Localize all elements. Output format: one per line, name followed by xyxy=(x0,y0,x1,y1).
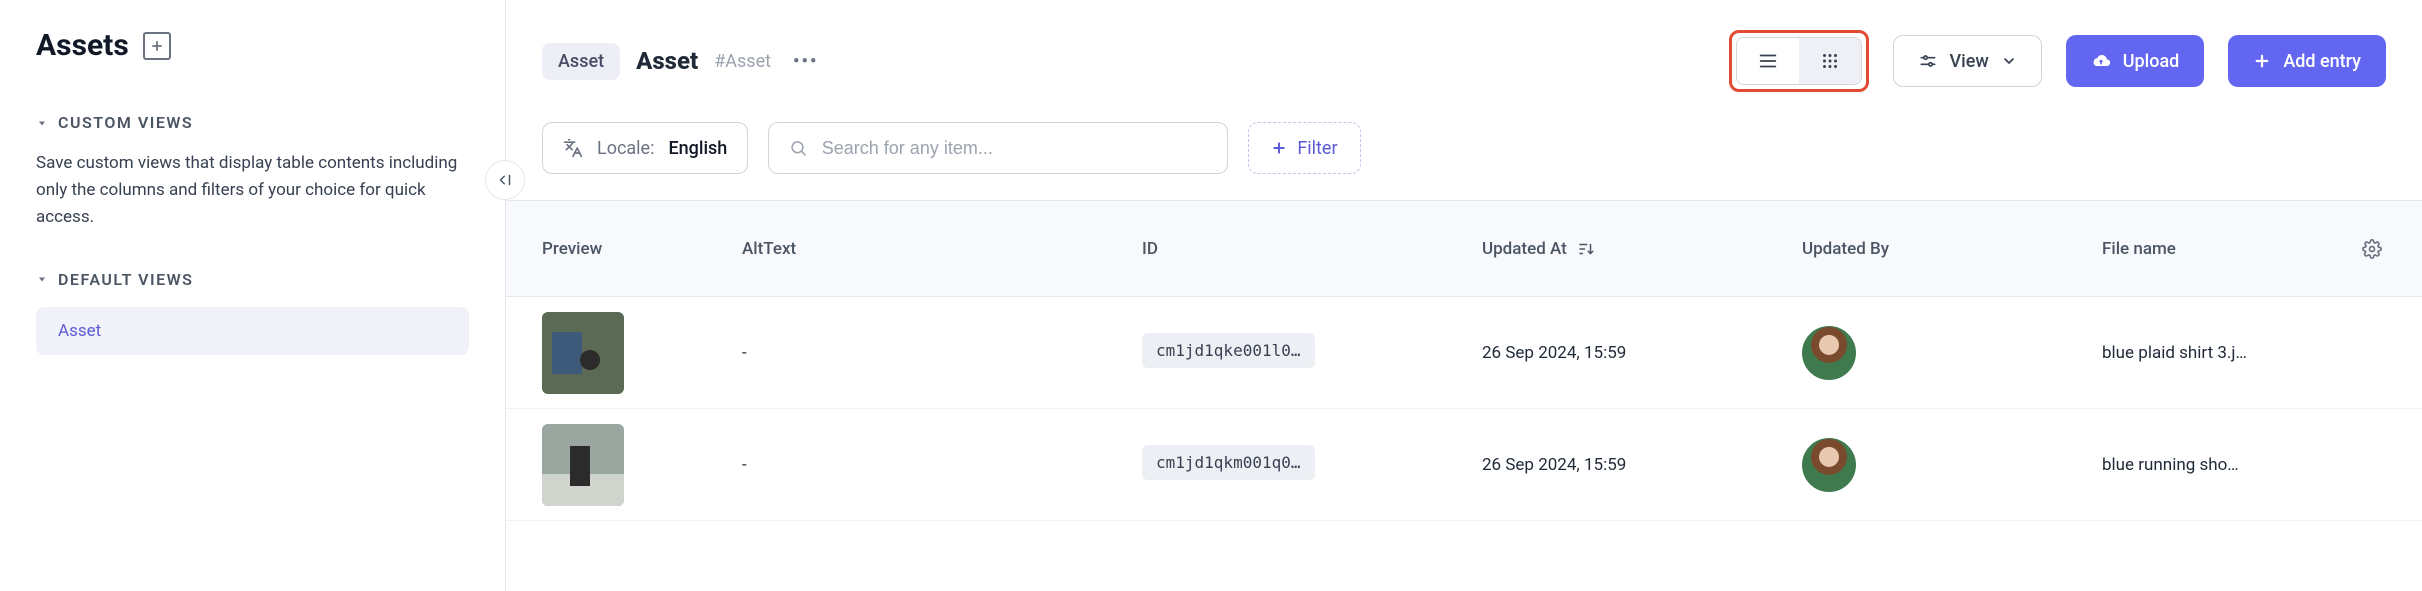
sidebar-item-asset[interactable]: Asset xyxy=(36,307,469,355)
search-icon xyxy=(789,138,807,158)
grid-view-button[interactable] xyxy=(1799,38,1861,84)
breadcrumb-title: Asset xyxy=(636,47,698,75)
col-filename[interactable]: File name xyxy=(2102,239,2316,259)
col-alttext[interactable]: AltText xyxy=(742,239,1142,259)
cell-id: cm1jd1qke001l0… xyxy=(1142,333,1482,373)
search-input[interactable] xyxy=(822,138,1208,159)
default-views-label: DEFAULT VIEWS xyxy=(58,270,193,289)
custom-views-label: CUSTOM VIEWS xyxy=(58,113,193,132)
cell-alttext: - xyxy=(742,455,1142,475)
filter-bar: Locale: English Filter xyxy=(506,110,2422,201)
add-entry-button[interactable]: Add entry xyxy=(2228,35,2386,87)
view-button-label: View xyxy=(1950,51,1989,72)
table-row[interactable]: - cm1jd1qke001l0… 26 Sep 2024, 15:59 blu… xyxy=(506,297,2422,409)
plus-icon xyxy=(1271,140,1287,156)
cell-filename: blue running sho… xyxy=(2102,455,2316,475)
cell-updated-by xyxy=(1802,438,2102,492)
table-row[interactable]: - cm1jd1qkm001q0… 26 Sep 2024, 15:59 blu… xyxy=(506,409,2422,521)
id-chip[interactable]: cm1jd1qkm001q0… xyxy=(1142,445,1315,480)
search-box[interactable] xyxy=(768,122,1228,174)
col-updated-at[interactable]: Updated At xyxy=(1482,239,1802,259)
image-placeholder-icon xyxy=(542,312,624,394)
cell-alttext: - xyxy=(742,343,1142,363)
plus-icon xyxy=(2253,52,2271,70)
preview-thumbnail xyxy=(542,424,624,506)
col-preview[interactable]: Preview xyxy=(542,239,742,259)
list-view-button[interactable] xyxy=(1737,38,1799,84)
caret-down-icon xyxy=(36,117,48,129)
view-menu-button[interactable]: View xyxy=(1893,35,2042,87)
filter-button-label: Filter xyxy=(1297,138,1337,159)
cell-updated-at: 26 Sep 2024, 15:59 xyxy=(1482,455,1802,475)
view-toggle-highlight xyxy=(1729,30,1869,92)
caret-down-icon xyxy=(36,273,48,285)
sort-desc-icon xyxy=(1577,240,1595,258)
list-icon xyxy=(1757,50,1779,72)
more-menu-button[interactable]: ••• xyxy=(787,47,824,76)
col-updated-at-label: Updated At xyxy=(1482,239,1567,259)
cloud-upload-icon xyxy=(2091,51,2111,71)
add-filter-button[interactable]: Filter xyxy=(1248,122,1360,174)
columns-settings-button[interactable] xyxy=(2316,239,2386,259)
custom-views-header[interactable]: CUSTOM VIEWS xyxy=(36,113,469,132)
cell-updated-at: 26 Sep 2024, 15:59 xyxy=(1482,343,1802,363)
breadcrumb-id: #Asset xyxy=(714,51,771,72)
table-header-row: Preview AltText ID Updated At Updated By… xyxy=(506,201,2422,297)
upload-button-label: Upload xyxy=(2123,51,2180,72)
cell-updated-by xyxy=(1802,326,2102,380)
breadcrumb-chip[interactable]: Asset xyxy=(542,43,620,80)
sidebar: Assets CUSTOM VIEWS Save custom views th… xyxy=(0,0,506,591)
sidebar-collapse-button[interactable] xyxy=(485,160,525,200)
cell-preview xyxy=(542,424,742,506)
avatar[interactable] xyxy=(1802,438,1856,492)
breadcrumb: Asset Asset #Asset ••• xyxy=(542,43,824,80)
add-entry-button-label: Add entry xyxy=(2283,51,2361,72)
add-view-button[interactable] xyxy=(143,32,171,60)
col-id[interactable]: ID xyxy=(1142,239,1482,259)
preview-thumbnail xyxy=(542,312,624,394)
locale-selector[interactable]: Locale: English xyxy=(542,122,748,174)
top-actions: View Upload Add entry xyxy=(1729,30,2386,92)
upload-button[interactable]: Upload xyxy=(2066,35,2205,87)
cell-filename: blue plaid shirt 3.j… xyxy=(2102,343,2316,363)
col-updated-by[interactable]: Updated By xyxy=(1802,239,2102,259)
grid-icon xyxy=(1819,50,1841,72)
topbar: Asset Asset #Asset ••• xyxy=(506,0,2422,110)
cell-id: cm1jd1qkm001q0… xyxy=(1142,445,1482,485)
sliders-icon xyxy=(1918,51,1938,71)
main-content: Asset Asset #Asset ••• xyxy=(506,0,2422,591)
id-chip[interactable]: cm1jd1qke001l0… xyxy=(1142,333,1315,368)
gear-icon xyxy=(2362,239,2382,259)
custom-views-description: Save custom views that display table con… xyxy=(36,150,469,232)
plus-icon xyxy=(150,39,164,53)
image-placeholder-icon xyxy=(542,424,624,506)
avatar[interactable] xyxy=(1802,326,1856,380)
page-title: Assets xyxy=(36,28,129,63)
chevron-down-icon xyxy=(2001,53,2017,69)
locale-label: Locale: xyxy=(597,138,654,159)
collapse-icon xyxy=(496,171,514,189)
assets-table: Preview AltText ID Updated At Updated By… xyxy=(506,201,2422,521)
locale-value: English xyxy=(668,138,727,159)
cell-preview xyxy=(542,312,742,394)
default-views-header[interactable]: DEFAULT VIEWS xyxy=(36,270,469,289)
translate-icon xyxy=(563,138,583,158)
